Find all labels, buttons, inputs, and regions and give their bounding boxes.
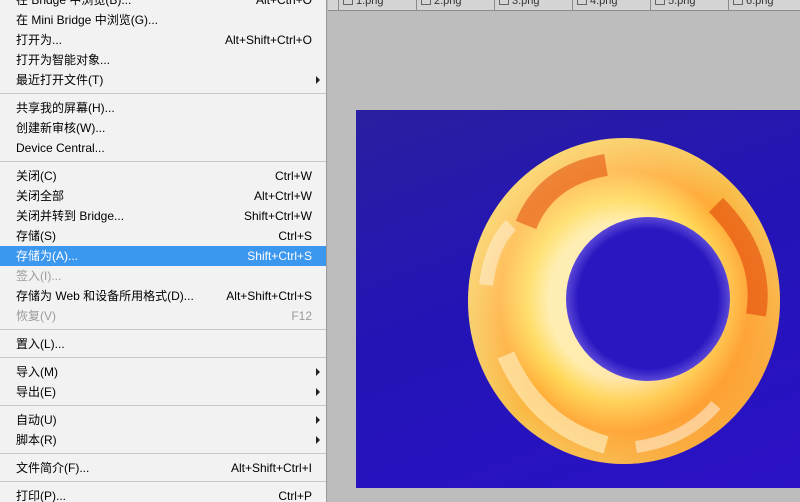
menu-item-label: 自动(U) bbox=[16, 413, 57, 427]
workspace bbox=[328, 11, 800, 502]
image-file-icon bbox=[655, 0, 665, 6]
menu-item-shortcut: Alt+Shift+Ctrl+I bbox=[230, 461, 312, 475]
menu-item-shortcut: Ctrl+W bbox=[275, 169, 312, 183]
submenu-arrow-icon bbox=[316, 76, 320, 84]
menu-item[interactable]: 关闭(C) Ctrl+W bbox=[0, 166, 326, 186]
image-file-icon bbox=[577, 0, 587, 6]
menu-item[interactable]: 存储为(A)... Shift+Ctrl+S bbox=[0, 246, 326, 266]
menu-item[interactable]: 在 Mini Bridge 中浏览(G)... bbox=[0, 10, 326, 30]
menu-item-shortcut: Alt+Ctrl+W bbox=[253, 189, 312, 203]
menu-item[interactable]: 存储(S) Ctrl+S bbox=[0, 226, 326, 246]
menu-separator bbox=[0, 481, 326, 482]
menu-separator bbox=[0, 357, 326, 358]
menu-item[interactable]: 自动(U) bbox=[0, 410, 326, 430]
document-tab-label: 2.png bbox=[434, 0, 462, 7]
menu-item-label: 脚本(R) bbox=[16, 433, 57, 447]
glowing-ring-image bbox=[468, 138, 780, 464]
menu-separator bbox=[0, 93, 326, 94]
image-file-icon bbox=[421, 0, 431, 6]
file-menu-list: 在 Bridge 中浏览(B)... Alt+Ctrl+O 在 Mini Bridg… bbox=[0, 0, 326, 502]
submenu-arrow-icon bbox=[316, 416, 320, 424]
document-tab-label: 5.png bbox=[668, 0, 696, 7]
menu-item-label: 存储为(A)... bbox=[16, 249, 78, 263]
menu-item-label: 关闭全部 bbox=[16, 189, 65, 203]
image-file-icon bbox=[499, 0, 509, 6]
menu-item[interactable]: 创建新审核(W)... bbox=[0, 118, 326, 138]
submenu-arrow-icon bbox=[316, 436, 320, 444]
menu-item-shortcut: Alt+Ctrl+O bbox=[255, 0, 312, 7]
menu-item[interactable]: 关闭并转到 Bridge... Shift+Ctrl+W bbox=[0, 206, 326, 226]
menu-item-label: 打印(P)... bbox=[16, 489, 66, 502]
menu-item[interactable]: 存储为 Web 和设备所用格式(D)... Alt+Shift+Ctrl+S bbox=[0, 286, 326, 306]
menu-item-shortcut: Ctrl+S bbox=[278, 229, 312, 243]
menu-item-label: 置入(L)... bbox=[16, 337, 65, 351]
document-tab[interactable]: 2.png bbox=[416, 0, 493, 10]
menu-item[interactable]: 关闭全部 Alt+Ctrl+W bbox=[0, 186, 326, 206]
menu-item-shortcut: Shift+Ctrl+S bbox=[247, 249, 312, 263]
menu-item-label: 创建新审核(W)... bbox=[16, 121, 106, 135]
menu-item-shortcut: Shift+Ctrl+W bbox=[243, 209, 312, 223]
menu-item[interactable]: 置入(L)... bbox=[0, 334, 326, 354]
menu-item[interactable]: 在 Bridge 中浏览(B)... Alt+Ctrl+O bbox=[0, 0, 326, 10]
menu-separator bbox=[0, 161, 326, 162]
document-tab-label: 1.png bbox=[356, 0, 384, 7]
menu-item-label: 共享我的屏幕(H)... bbox=[16, 101, 115, 115]
menu-item-label: 文件简介(F)... bbox=[16, 461, 90, 475]
menu-item-label: 导入(M) bbox=[16, 365, 58, 379]
submenu-arrow-icon bbox=[316, 388, 320, 396]
menu-item-label: 导出(E) bbox=[16, 385, 56, 399]
document-tab[interactable]: 4.png bbox=[572, 0, 649, 10]
menu-item-shortcut: Ctrl+P bbox=[278, 489, 312, 502]
menu-item-label: 最近打开文件(T) bbox=[16, 73, 104, 87]
menu-item[interactable]: Device Central... bbox=[0, 138, 326, 158]
menu-item-label: Device Central... bbox=[16, 141, 105, 155]
menu-item[interactable]: 打开为智能对象... bbox=[0, 50, 326, 70]
menu-item-label: 存储(S) bbox=[16, 229, 56, 243]
menu-item[interactable]: 最近打开文件(T) bbox=[0, 70, 326, 90]
file-menu: 在 Bridge 中浏览(B)... Alt+Ctrl+O 在 Mini Bridg… bbox=[0, 0, 327, 502]
document-tab[interactable]: 5.png bbox=[650, 0, 727, 10]
menu-item-label: 在 Mini Bridge 中浏览(G)... bbox=[16, 13, 159, 27]
document-tab[interactable]: 1.png bbox=[338, 0, 415, 10]
menu-item-label: 在 Bridge 中浏览(B)... bbox=[16, 0, 132, 7]
menu-item-label: 存储为 Web 和设备所用格式(D)... bbox=[16, 289, 194, 303]
menu-item-label: 签入(I)... bbox=[16, 269, 62, 283]
menu-item-label: 关闭并转到 Bridge... bbox=[16, 209, 125, 223]
menu-item: 签入(I)... bbox=[0, 266, 326, 286]
menu-item[interactable]: 导入(M) bbox=[0, 362, 326, 382]
menu-item-shortcut: Alt+Shift+Ctrl+S bbox=[226, 289, 312, 303]
menu-item-shortcut: F12 bbox=[291, 309, 312, 323]
menu-item[interactable]: 文件简介(F)... Alt+Shift+Ctrl+I bbox=[0, 458, 326, 478]
menu-separator bbox=[0, 405, 326, 406]
submenu-arrow-icon bbox=[316, 368, 320, 376]
image-file-icon bbox=[733, 0, 743, 6]
document-canvas[interactable] bbox=[356, 110, 800, 488]
menu-item[interactable]: 打开为... Alt+Shift+Ctrl+O bbox=[0, 30, 326, 50]
menu-item-label: 恢复(V) bbox=[16, 309, 56, 323]
document-tab-label: 6.png bbox=[746, 0, 774, 7]
menu-separator bbox=[0, 453, 326, 454]
document-tab[interactable]: 6.png bbox=[728, 0, 800, 10]
menu-separator bbox=[0, 329, 326, 330]
document-tab-bar: 1.png 2.png 3.png 4.png 5.png 6.png bbox=[328, 0, 800, 11]
document-tab-label: 3.png bbox=[512, 0, 540, 7]
menu-item-label: 关闭(C) bbox=[16, 169, 57, 183]
document-tab[interactable]: 3.png bbox=[494, 0, 571, 10]
image-file-icon bbox=[343, 0, 353, 6]
menu-item: 恢复(V) F12 bbox=[0, 306, 326, 326]
menu-item[interactable]: 打印(P)... Ctrl+P bbox=[0, 486, 326, 502]
menu-item[interactable]: 导出(E) bbox=[0, 382, 326, 402]
menu-item-shortcut: Alt+Shift+Ctrl+O bbox=[224, 33, 312, 47]
menu-item-label: 打开为智能对象... bbox=[16, 53, 111, 67]
menu-item-label: 打开为... bbox=[16, 33, 63, 47]
document-tab-label: 4.png bbox=[590, 0, 618, 7]
menu-item[interactable]: 脚本(R) bbox=[0, 430, 326, 450]
menu-item[interactable]: 共享我的屏幕(H)... bbox=[0, 98, 326, 118]
